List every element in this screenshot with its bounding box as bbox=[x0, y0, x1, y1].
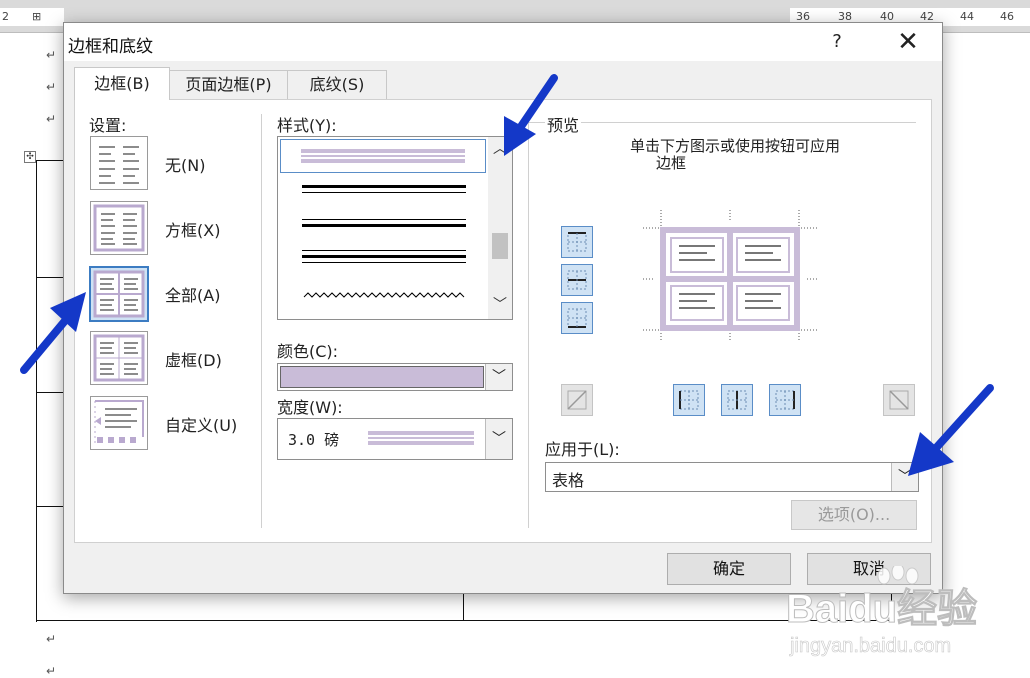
color-heading: 颜色(C): bbox=[277, 342, 339, 361]
ruler-left-segment: 2 ⊞ bbox=[0, 8, 64, 26]
ruler-tick-label: 46 bbox=[1000, 10, 1014, 23]
settings-heading: 设置: bbox=[89, 116, 127, 135]
chevron-down-icon[interactable]: ﹀ bbox=[891, 463, 918, 491]
chevron-down-icon[interactable]: ﹀ bbox=[485, 419, 512, 459]
wavy-line-swatch bbox=[303, 292, 465, 298]
borders-panel: 设置: 无(N) 方框(X) 全部(A) 虚框(D) 自定义(U) 样式(Y):… bbox=[74, 99, 932, 543]
color-dropdown[interactable]: ﹀ bbox=[277, 363, 513, 391]
paragraph-mark: ↵ bbox=[46, 48, 57, 62]
table-row-line bbox=[36, 392, 64, 393]
tab-borders[interactable]: 边框(B) bbox=[74, 67, 170, 100]
setting-grid-thumbnail[interactable] bbox=[90, 331, 148, 385]
border-inside-horizontal-icon bbox=[567, 270, 587, 290]
watermark-brand: Baidu经验 bbox=[786, 587, 977, 631]
ok-button[interactable]: 确定 bbox=[667, 553, 791, 585]
preview-hint-line: 单击下方图示或使用按钮可应用 bbox=[629, 137, 840, 155]
ruler-tick-label: 44 bbox=[960, 10, 974, 23]
preview-hint-line: 边框 bbox=[655, 154, 686, 172]
help-button[interactable]: ? bbox=[824, 29, 850, 55]
options-button[interactable]: 选项(O)... bbox=[791, 500, 917, 530]
column-divider bbox=[528, 114, 529, 528]
border-inside-vertical-button[interactable] bbox=[721, 384, 753, 416]
paragraph-mark: ↵ bbox=[46, 112, 57, 126]
chevron-down-icon[interactable]: ﹀ bbox=[485, 364, 512, 390]
style-item-thin-thick[interactable] bbox=[280, 207, 484, 239]
border-left-icon bbox=[679, 390, 699, 410]
thin-thick-thin-swatch bbox=[302, 250, 466, 263]
ruler-indent-marker[interactable]: ⊞ bbox=[32, 10, 41, 23]
border-box-icon bbox=[93, 204, 145, 252]
setting-none-thumbnail[interactable] bbox=[90, 136, 148, 190]
style-heading: 样式(Y): bbox=[277, 116, 337, 135]
border-bottom-button[interactable] bbox=[561, 302, 593, 334]
border-inside-horizontal-button[interactable] bbox=[561, 264, 593, 296]
thick-thin-swatch bbox=[302, 185, 466, 193]
table-border-top bbox=[36, 160, 64, 161]
dialog-titlebar[interactable]: 边框和底纹 ? ✕ bbox=[64, 23, 942, 61]
paragraph-mark: ↵ bbox=[46, 80, 57, 94]
scroll-down-icon[interactable]: ﹀ bbox=[488, 295, 512, 315]
paragraph-mark: ↵ bbox=[46, 664, 57, 678]
apply-to-value: 表格 bbox=[552, 471, 585, 490]
style-item-wavy[interactable] bbox=[280, 279, 484, 311]
preview-heading: 预览 bbox=[545, 112, 582, 136]
width-swatch bbox=[368, 431, 474, 445]
table-border-left bbox=[36, 160, 37, 622]
table-move-handle[interactable]: ✣ bbox=[24, 151, 36, 163]
border-all-icon bbox=[93, 270, 145, 318]
table-border-bottom bbox=[36, 620, 892, 621]
border-diagonal-up-button[interactable] bbox=[561, 384, 593, 416]
table-row-line bbox=[36, 506, 64, 507]
border-custom-icon bbox=[94, 400, 144, 445]
border-inside-vertical-icon bbox=[727, 390, 747, 410]
border-right-button[interactable] bbox=[769, 384, 801, 416]
border-top-icon bbox=[567, 232, 587, 252]
table-column-line bbox=[463, 592, 464, 621]
setting-custom-label[interactable]: 自定义(U) bbox=[165, 412, 237, 436]
apply-to-heading: 应用于(L): bbox=[545, 440, 620, 459]
border-grid-icon bbox=[93, 334, 145, 382]
preview-diagram[interactable] bbox=[643, 210, 817, 340]
width-value: 3.0 磅 bbox=[288, 431, 340, 449]
paragraph-mark: ↵ bbox=[46, 632, 57, 646]
border-diagonal-up-icon bbox=[567, 390, 587, 410]
setting-all-thumbnail[interactable] bbox=[89, 266, 149, 322]
watermark-url: jingyan.baidu.com bbox=[789, 635, 951, 657]
style-item-thin-thick-thin[interactable] bbox=[280, 241, 484, 273]
close-button[interactable]: ✕ bbox=[890, 27, 926, 57]
width-dropdown[interactable]: 3.0 磅 ﹀ bbox=[277, 418, 513, 460]
style-item-thick-thin[interactable] bbox=[280, 173, 484, 205]
baidu-jingyan-watermark: Baidu经验 jingyan.baidu.com bbox=[786, 566, 978, 657]
setting-all-label[interactable]: 全部(A) bbox=[165, 282, 220, 306]
border-diagonal-down-button[interactable] bbox=[883, 384, 915, 416]
color-swatch bbox=[280, 366, 484, 388]
border-bottom-icon bbox=[567, 308, 587, 328]
preview-group-line bbox=[528, 122, 916, 123]
border-top-button[interactable] bbox=[561, 226, 593, 258]
width-heading: 宽度(W): bbox=[277, 398, 343, 417]
borders-and-shading-dialog: 边框和底纹 ? ✕ 边框(B) 页面边框(P) 底纹(S) 设置: 无(N) 方… bbox=[63, 22, 943, 594]
table-row-line bbox=[36, 277, 64, 278]
scrollbar-thumb[interactable] bbox=[492, 233, 508, 259]
setting-box-thumbnail[interactable] bbox=[90, 201, 148, 255]
setting-grid-label[interactable]: 虚框(D) bbox=[165, 347, 222, 371]
border-none-icon bbox=[99, 146, 139, 184]
apply-to-dropdown[interactable]: 表格 ﹀ bbox=[545, 462, 919, 492]
tab-shading[interactable]: 底纹(S) bbox=[287, 70, 387, 99]
ruler-tick-label: 2 bbox=[2, 10, 9, 23]
dialog-title: 边框和底纹 bbox=[68, 37, 153, 57]
thin-thick-swatch bbox=[302, 219, 466, 227]
border-diagonal-down-icon bbox=[889, 390, 909, 410]
border-left-button[interactable] bbox=[673, 384, 705, 416]
tab-page-border[interactable]: 页面边框(P) bbox=[169, 70, 288, 99]
column-divider bbox=[261, 114, 262, 528]
setting-box-label[interactable]: 方框(X) bbox=[165, 217, 220, 241]
setting-none-label[interactable]: 无(N) bbox=[165, 152, 205, 176]
preview-hint: 单击下方图示或使用按钮可应用 边框 bbox=[545, 138, 925, 172]
border-right-icon bbox=[775, 390, 795, 410]
setting-custom-thumbnail[interactable] bbox=[90, 396, 148, 450]
